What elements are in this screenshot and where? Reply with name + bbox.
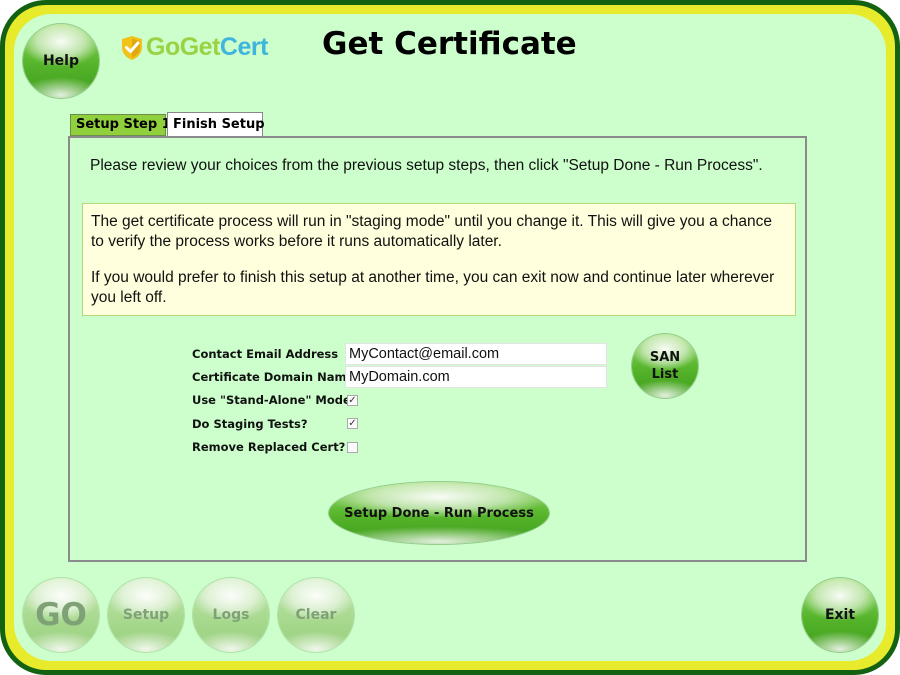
logs-button[interactable]: Logs — [193, 578, 269, 652]
go-button[interactable]: GO — [23, 578, 99, 652]
checkmark-icon: ✓ — [348, 418, 357, 429]
remove-cert-label: Remove Replaced Cert? — [192, 440, 346, 454]
logo-get: Get — [179, 33, 221, 61]
note-paragraph-2: If you would prefer to finish this setup… — [91, 269, 775, 306]
setup-button[interactable]: Setup — [108, 578, 184, 652]
page-title: Get Certificate — [322, 26, 577, 62]
staging-checkbox[interactable]: ✓ — [347, 418, 358, 429]
san-list-label-line-1: SAN — [649, 350, 681, 365]
app-logo: Go Get Cert — [120, 33, 268, 62]
san-list-button[interactable]: SAN List — [632, 334, 698, 398]
note-paragraph-1: The get certificate process will run in … — [91, 213, 773, 250]
staging-label: Do Staging Tests? — [192, 417, 308, 431]
standalone-checkbox[interactable]: ✓ — [347, 395, 358, 406]
standalone-label: Use "Stand-Alone" Mode? — [192, 393, 358, 407]
domain-label: Certificate Domain Name — [192, 370, 355, 384]
email-field[interactable]: MyContact@email.com — [345, 343, 607, 365]
logo-go: Go — [146, 33, 180, 61]
san-list-label-line-2: List — [651, 367, 679, 382]
exit-button[interactable]: Exit — [802, 578, 878, 652]
finish-setup-panel: Please review your choices from the prev… — [68, 136, 807, 562]
intro-text: Please review your choices from the prev… — [90, 157, 763, 174]
clear-button[interactable]: Clear — [278, 578, 354, 652]
tab-finish-setup[interactable]: Finish Setup — [167, 112, 265, 136]
remove-cert-checkbox[interactable] — [347, 442, 358, 453]
logo-cert: Cert — [219, 33, 269, 61]
shield-check-icon — [122, 35, 142, 60]
help-button[interactable]: Help — [23, 24, 99, 98]
tab-setup-step-1[interactable]: Setup Step 1. — [70, 114, 176, 136]
run-process-button[interactable]: Setup Done - Run Process — [329, 482, 549, 544]
email-label: Contact Email Address — [192, 347, 339, 361]
domain-field[interactable]: MyDomain.com — [345, 366, 607, 388]
checkmark-icon: ✓ — [348, 395, 357, 406]
staging-note: The get certificate process will run in … — [82, 203, 796, 316]
